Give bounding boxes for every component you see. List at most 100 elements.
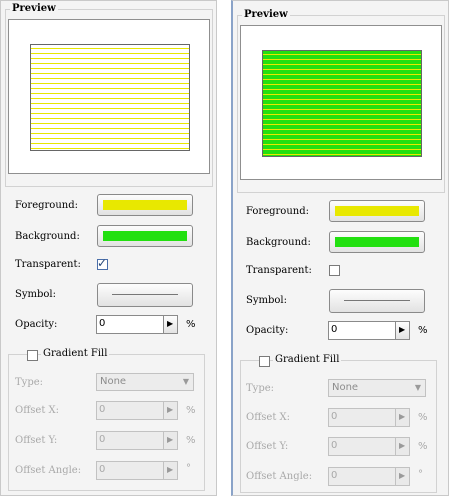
- hatch-line: [263, 84, 421, 85]
- offset-angle-spinner[interactable]: 0 ▶: [96, 461, 178, 480]
- hatch-line: [263, 74, 421, 75]
- offset-y-spin-button[interactable]: ▶: [395, 438, 409, 455]
- hatch-line: [263, 79, 421, 80]
- hatch-line: [31, 108, 189, 109]
- offset-x-spinner[interactable]: 0 ▶: [96, 401, 178, 420]
- symbol-button[interactable]: [329, 289, 425, 313]
- gradient-fill-label: Gradient Fill: [273, 354, 342, 365]
- hatch-line: [31, 98, 189, 99]
- gradient-fill-checkbox[interactable]: [259, 356, 270, 367]
- transparent-checkbox[interactable]: ✓: [97, 256, 108, 270]
- hatch-line: [263, 119, 421, 120]
- offset-x-label: Offset X:: [15, 405, 60, 416]
- preview-group: Preview: [5, 3, 213, 187]
- type-value: None: [100, 376, 127, 387]
- spin-arrow-icon: ▶: [167, 435, 174, 444]
- foreground-color-swatch: [335, 206, 419, 216]
- hatch-line: [263, 99, 421, 100]
- hatch-preview-rectangle: [30, 44, 190, 151]
- spin-arrow-icon: ▶: [399, 441, 406, 450]
- offset-y-label: Offset Y:: [246, 441, 289, 452]
- hatch-line: [263, 129, 421, 130]
- offset-x-label: Offset X:: [246, 412, 291, 423]
- opacity-value: 0: [99, 318, 106, 329]
- offset-angle-spinner[interactable]: 0 ▶: [328, 467, 410, 486]
- foreground-color-button[interactable]: [97, 194, 193, 216]
- transparent-label: Transparent:: [246, 265, 312, 276]
- hatch-line: [31, 73, 189, 74]
- offset-y-spinner[interactable]: 0 ▶: [328, 437, 410, 456]
- offset-angle-value: 0: [331, 470, 338, 481]
- offset-x-spin-button[interactable]: ▶: [395, 409, 409, 426]
- hatch-line: [263, 69, 421, 70]
- preview-title: Preview: [242, 9, 290, 20]
- hatch-line: [31, 63, 189, 64]
- hatch-line: [31, 118, 189, 119]
- transparent-checkbox[interactable]: [329, 265, 340, 276]
- offset-x-unit: %: [186, 405, 196, 416]
- opacity-spinner[interactable]: 0 ▶: [328, 321, 410, 340]
- preview-canvas: [240, 25, 442, 180]
- opacity-spinner[interactable]: 0 ▶: [96, 315, 178, 334]
- spin-arrow-icon: ▶: [399, 471, 406, 480]
- hatch-line: [263, 109, 421, 110]
- foreground-color-button[interactable]: [329, 200, 425, 222]
- offset-angle-value: 0: [99, 464, 106, 475]
- line-symbol-icon: [344, 300, 410, 301]
- hatch-line: [31, 78, 189, 79]
- hatch-line: [31, 128, 189, 129]
- offset-y-value: 0: [99, 434, 106, 445]
- foreground-label: Foreground:: [246, 206, 309, 217]
- preview-group: Preview: [237, 9, 445, 193]
- type-value: None: [332, 382, 359, 393]
- background-color-button[interactable]: [97, 225, 193, 247]
- offset-x-spinner[interactable]: 0 ▶: [328, 408, 410, 427]
- opacity-spin-button[interactable]: ▶: [395, 322, 409, 339]
- hatch-line: [31, 58, 189, 59]
- hatch-settings-panel-transparent: Preview Foreground: Background: Transpar…: [0, 0, 217, 496]
- background-label: Background:: [15, 231, 80, 242]
- preview-title: Preview: [10, 3, 58, 14]
- offset-angle-label: Offset Angle:: [15, 465, 82, 476]
- hatch-line: [263, 139, 421, 140]
- hatch-line: [31, 123, 189, 124]
- symbol-button[interactable]: [97, 283, 193, 307]
- offset-x-unit: %: [418, 412, 428, 423]
- offset-angle-unit: °: [418, 469, 423, 480]
- offset-y-unit: %: [186, 435, 196, 446]
- chevron-down-icon: ▼: [182, 377, 189, 386]
- hatch-line: [31, 148, 189, 149]
- opacity-unit: %: [186, 319, 196, 330]
- offset-x-value: 0: [331, 411, 338, 422]
- background-color-swatch: [103, 231, 187, 241]
- hatch-line: [31, 68, 189, 69]
- hatch-line: [263, 134, 421, 135]
- hatch-line: [31, 103, 189, 104]
- background-color-button[interactable]: [329, 231, 425, 253]
- hatch-line: [263, 64, 421, 65]
- type-dropdown[interactable]: None ▼: [328, 379, 426, 397]
- hatch-line: [263, 104, 421, 105]
- background-label: Background:: [246, 237, 311, 248]
- offset-x-spin-button[interactable]: ▶: [163, 402, 177, 419]
- hatch-line: [263, 54, 421, 55]
- type-dropdown[interactable]: None ▼: [96, 373, 194, 391]
- gradient-fill-checkbox[interactable]: [27, 350, 38, 361]
- hatch-line: [263, 144, 421, 145]
- gradient-fill-label: Gradient Fill: [41, 348, 110, 359]
- hatch-line: [31, 88, 189, 89]
- hatch-line: [263, 59, 421, 60]
- opacity-label: Opacity:: [15, 319, 58, 330]
- hatch-preview-rectangle: [262, 50, 422, 157]
- offset-angle-spin-button[interactable]: ▶: [163, 462, 177, 479]
- offset-angle-unit: °: [186, 463, 191, 474]
- offset-y-spin-button[interactable]: ▶: [163, 432, 177, 449]
- foreground-color-swatch: [103, 200, 187, 210]
- offset-y-spinner[interactable]: 0 ▶: [96, 431, 178, 450]
- hatch-line: [31, 83, 189, 84]
- opacity-spin-button[interactable]: ▶: [163, 316, 177, 333]
- offset-angle-spin-button[interactable]: ▶: [395, 468, 409, 485]
- spin-arrow-icon: ▶: [167, 405, 174, 414]
- hatch-line: [31, 48, 189, 49]
- hatch-line: [263, 154, 421, 155]
